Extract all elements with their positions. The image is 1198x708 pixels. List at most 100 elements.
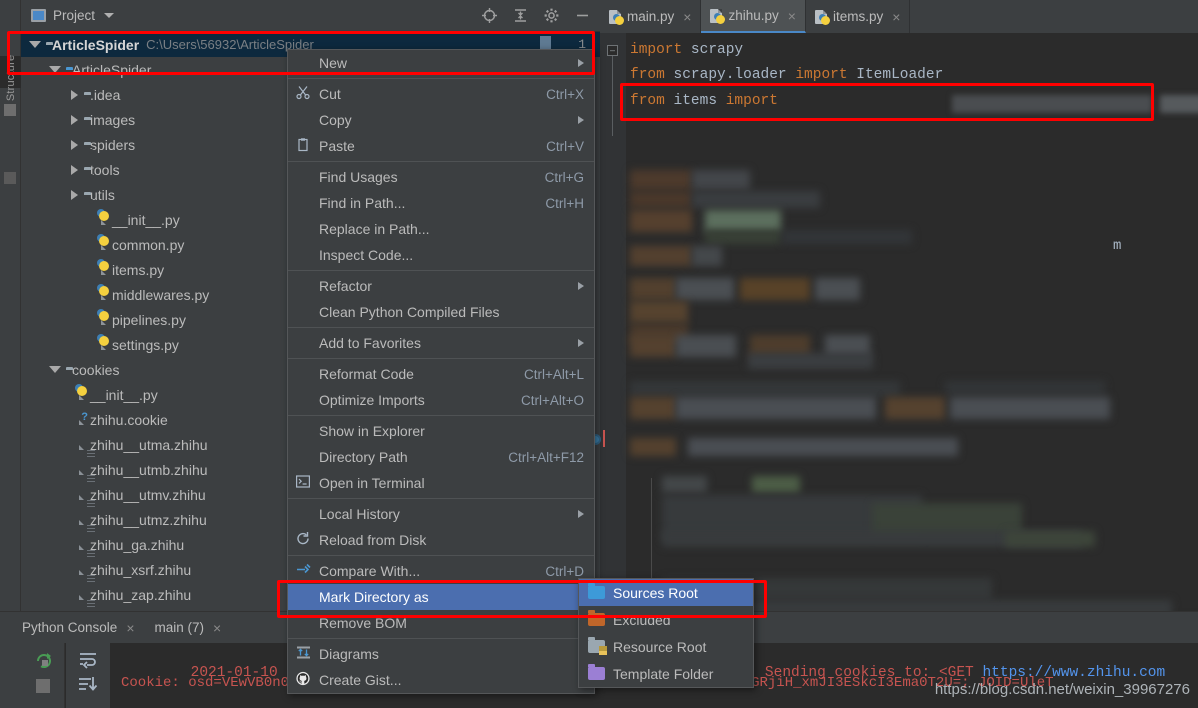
submenu-item-label: Sources Root: [613, 584, 698, 601]
menu-item[interactable]: Add to Favorites: [288, 330, 594, 356]
project-panel-toolbar: [481, 7, 600, 24]
rerun-icon[interactable]: [34, 651, 54, 676]
console-view-toolbar: [66, 643, 110, 708]
chevron-right-icon[interactable]: [71, 89, 78, 100]
strip-icon-a[interactable]: [4, 104, 16, 116]
menu-item[interactable]: Directory Path Ctrl+Alt+F12: [288, 444, 594, 470]
menu-item[interactable]: Reload from Disk: [288, 527, 594, 553]
strip-icon-b[interactable]: [4, 172, 16, 184]
menu-item[interactable]: Refactor: [288, 273, 594, 299]
menu-item[interactable]: Replace in Path...: [288, 216, 594, 242]
menu-item[interactable]: Mark Directory as: [288, 584, 594, 610]
menu-item[interactable]: Paste Ctrl+V: [288, 133, 594, 159]
menu-item-label: Show in Explorer: [319, 423, 425, 439]
menu-item[interactable]: Cut Ctrl+X: [288, 81, 594, 107]
editor-tab-label: items.py: [832, 9, 884, 24]
chevron-right-icon[interactable]: [71, 189, 78, 200]
menu-item[interactable]: New: [288, 50, 594, 76]
stop-icon[interactable]: [36, 679, 50, 693]
menu-item[interactable]: Show in Explorer: [288, 418, 594, 444]
minimize-icon[interactable]: [574, 7, 591, 24]
menu-item[interactable]: Clean Python Compiled Files: [288, 299, 594, 325]
code-token: from: [630, 93, 665, 109]
menu-item[interactable]: Inspect Code...: [288, 242, 594, 268]
editor-tab-label: zhihu.py: [728, 8, 779, 23]
console-tab-label: Python Console: [22, 620, 118, 635]
tree-row-label: items.py: [112, 261, 165, 278]
editor-gutter[interactable]: [600, 33, 626, 660]
close-icon[interactable]: ×: [892, 10, 900, 24]
menu-item-label: Remove BOM: [319, 615, 407, 631]
chevron-right-icon[interactable]: [71, 164, 78, 175]
terminal-icon: [296, 475, 311, 491]
menu-item-label: Local History: [319, 506, 400, 522]
editor-tab[interactable]: zhihu.py ×: [701, 0, 806, 33]
submenu-item-label: Template Folder: [613, 665, 714, 682]
submenu-item[interactable]: Template Folder: [579, 660, 753, 687]
soft-wrap-icon[interactable]: [77, 649, 99, 676]
menu-item-shortcut: Ctrl+Alt+O: [520, 392, 584, 408]
menu-item[interactable]: Optimize Imports Ctrl+Alt+O: [288, 387, 594, 413]
chevron-right-icon[interactable]: [71, 114, 78, 125]
code-fold-icon[interactable]: –: [607, 45, 618, 56]
menu-item[interactable]: Compare With... Ctrl+D: [288, 558, 594, 584]
chevron-right-icon: [578, 282, 584, 290]
tree-row-label: settings.py: [112, 336, 179, 353]
chevron-down-icon[interactable]: [29, 41, 41, 48]
chevron-right-icon[interactable]: [71, 139, 78, 150]
tree-row-label: zhihu__utmv.zhihu: [90, 486, 206, 503]
tree-row-label: cookies: [72, 361, 120, 378]
tree-row-label: zhihu__utma.zhihu: [90, 436, 208, 453]
menu-item[interactable]: Find in Path... Ctrl+H: [288, 190, 594, 216]
project-title-group[interactable]: Project: [21, 8, 115, 23]
close-icon[interactable]: ×: [126, 620, 134, 636]
submenu-item[interactable]: Sources Root: [579, 579, 753, 606]
menu-item[interactable]: Find Usages Ctrl+G: [288, 164, 594, 190]
code-line-1: import scrapy: [630, 42, 743, 58]
mark-directory-as-submenu[interactable]: Sources Root Excluded Resource Root Templat…: [578, 578, 754, 688]
menu-item[interactable]: Reformat Code Ctrl+Alt+L: [288, 361, 594, 387]
menu-item-label: Open in Terminal: [319, 475, 425, 491]
menu-item-label: Reload from Disk: [319, 532, 427, 548]
left-tool-strip: 2: Structure: [0, 0, 21, 629]
python-file-icon: [814, 9, 830, 25]
chevron-down-icon[interactable]: [49, 66, 61, 73]
menu-item[interactable]: Open in Terminal: [288, 470, 594, 496]
collapse-all-icon[interactable]: [512, 7, 529, 24]
code-fold-line: [612, 56, 613, 136]
console-tab[interactable]: Python Console ×: [22, 620, 135, 636]
chevron-down-icon[interactable]: [49, 366, 61, 373]
tree-row-label: .idea: [90, 86, 121, 103]
menu-separator: [288, 78, 594, 79]
editor-tab[interactable]: items.py ×: [806, 0, 911, 33]
menu-item-shortcut: Ctrl+V: [546, 138, 584, 154]
scroll-to-end-icon[interactable]: [77, 675, 99, 702]
menu-item[interactable]: Local History: [288, 501, 594, 527]
submenu-item[interactable]: Resource Root: [579, 633, 753, 660]
code-token: from: [630, 67, 665, 83]
code-editor[interactable]: – import scrapy from scrapy.loader impor…: [600, 33, 1198, 660]
context-menu[interactable]: New Cut Ctrl+X Copy Paste Ctrl+V Find Usages Ct…: [287, 49, 595, 694]
close-icon[interactable]: ×: [683, 10, 691, 24]
chevron-right-icon: [578, 510, 584, 518]
menu-item[interactable]: Diagrams: [288, 641, 594, 667]
code-token: items: [664, 93, 726, 109]
editor-tab-bar[interactable]: main.py × zhihu.py × items.py ×: [600, 0, 1198, 33]
folder-template-icon: [588, 664, 605, 680]
menu-item[interactable]: Copy: [288, 107, 594, 133]
editor-tab[interactable]: main.py ×: [600, 0, 702, 33]
editor-area: main.py × zhihu.py × items.py × – import scra…: [600, 0, 1198, 660]
menu-item[interactable]: Remove BOM: [288, 610, 594, 636]
window-icon: [31, 9, 46, 22]
submenu-item[interactable]: Excluded: [579, 606, 753, 633]
chevron-down-icon[interactable]: [104, 13, 115, 18]
console-tab[interactable]: main (7) ×: [155, 620, 222, 636]
menu-separator: [288, 270, 594, 271]
gear-icon[interactable]: [543, 7, 560, 24]
menu-item[interactable]: Create Gist...: [288, 667, 594, 693]
locate-icon[interactable]: [481, 7, 498, 24]
close-icon[interactable]: ×: [788, 9, 796, 23]
menu-item-label: Create Gist...: [319, 672, 402, 688]
close-icon[interactable]: ×: [213, 620, 221, 636]
menu-item-label: Refactor: [319, 278, 372, 294]
